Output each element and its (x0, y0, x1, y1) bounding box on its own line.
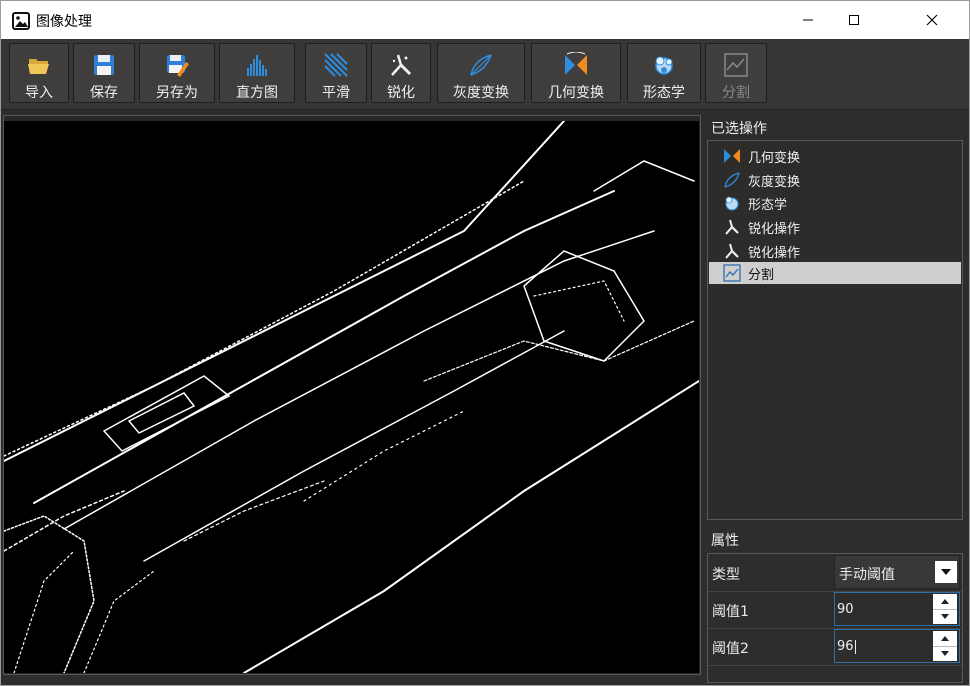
chevron-up-icon (941, 636, 949, 641)
close-icon (926, 14, 938, 26)
geometry-flip-icon (565, 52, 587, 75)
sharpen-wand-icon (391, 54, 412, 76)
toolbar: 导入 保存 另存为 直方图 平滑 锐化 灰度变换 几何变换 形态学 分割 (1, 39, 969, 110)
title-bar: 图像处理 (1, 1, 969, 39)
save-as-label: 另存为 (156, 85, 198, 101)
smooth-lines-icon (324, 53, 348, 77)
property-row-threshold1: 阈值1 90 (708, 591, 962, 629)
gray-transform-label: 灰度变换 (453, 85, 509, 101)
minimize-icon (803, 19, 813, 21)
sharpen-wand-icon (725, 243, 739, 259)
selected-operations-title: 已选操作 (711, 121, 767, 137)
maximize-icon (849, 15, 859, 25)
increment-button[interactable] (933, 594, 957, 610)
save-label: 保存 (90, 85, 118, 101)
image-canvas[interactable] (3, 120, 700, 674)
threshold2-value-wrap: 96 (837, 639, 856, 654)
operation-label: 锐化操作 (748, 245, 801, 261)
sharpen-label: 锐化 (387, 85, 415, 101)
list-item-selected[interactable]: 分割 (709, 262, 961, 284)
list-item[interactable]: 灰度变换 (709, 169, 961, 191)
selected-operations-list: 几何变换 灰度变换 形态学 锐化操作 锐化操作 分割 (707, 140, 963, 520)
threshold1-value[interactable]: 90 (837, 602, 854, 617)
operation-label: 分割 (748, 267, 775, 283)
sharpen-wand-icon (725, 219, 739, 235)
property-row-threshold2: 阈值2 96 (708, 628, 962, 666)
segment-icon (724, 53, 748, 77)
segment-button[interactable]: 分割 (705, 43, 767, 103)
gray-transform-button[interactable]: 灰度变换 (437, 43, 525, 103)
type-label: 类型 (712, 567, 740, 583)
import-button[interactable]: 导入 (9, 43, 69, 103)
floppy-disk-icon (94, 55, 114, 75)
dropdown-button[interactable] (935, 561, 957, 583)
close-button[interactable] (909, 1, 955, 39)
histogram-icon (247, 55, 267, 76)
gray-transform-icon (724, 172, 740, 188)
operation-label: 几何变换 (748, 150, 801, 166)
morphology-label: 形态学 (643, 85, 685, 101)
chevron-down-icon (941, 614, 949, 619)
increment-button[interactable] (933, 631, 957, 647)
threshold2-spinbox[interactable]: 96 (834, 629, 960, 663)
geometry-flip-icon (724, 149, 740, 163)
segment-icon (723, 264, 741, 282)
morphology-icon (655, 56, 673, 75)
window-title: 图像处理 (36, 14, 92, 30)
segment-label: 分割 (722, 85, 750, 101)
minimize-button[interactable] (785, 1, 831, 39)
smooth-button[interactable]: 平滑 (305, 43, 367, 103)
decrement-button[interactable] (933, 646, 957, 661)
chevron-down-icon (941, 569, 951, 575)
operation-label: 形态学 (748, 197, 788, 213)
floppy-pen-icon (167, 55, 189, 77)
threshold1-stepper (933, 594, 957, 624)
threshold1-spinbox[interactable]: 90 (834, 592, 960, 626)
properties-panel: 类型 手动阈值 阈值1 90 阈值2 96 (707, 553, 963, 683)
threshold-type-select[interactable]: 手动阈值 (834, 555, 960, 589)
decrement-button[interactable] (933, 609, 957, 624)
threshold-type-value: 手动阈值 (839, 567, 895, 583)
list-item[interactable]: 形态学 (709, 192, 961, 214)
geometry-transform-button[interactable]: 几何变换 (531, 43, 621, 103)
threshold1-label: 阈值1 (712, 604, 749, 620)
app-window: 图像处理 导入 保存 另存为 直方图 平滑 锐化 灰度变换 几何变换 形态学 分… (0, 0, 970, 686)
morphology-icon (725, 196, 739, 211)
operation-label: 灰度变换 (748, 174, 801, 190)
maximize-button[interactable] (831, 1, 877, 39)
text-caret (854, 639, 856, 654)
sharpen-button[interactable]: 锐化 (371, 43, 431, 103)
threshold2-value[interactable]: 96 (837, 639, 854, 654)
gray-transform-icon (470, 54, 492, 76)
property-row-type: 类型 手动阈值 (708, 554, 962, 592)
threshold2-label: 阈值2 (712, 641, 749, 657)
chevron-up-icon (941, 599, 949, 604)
save-button[interactable]: 保存 (73, 43, 135, 103)
edge-detection-image (3, 120, 700, 674)
smooth-label: 平滑 (322, 85, 350, 101)
import-label: 导入 (25, 85, 53, 101)
histogram-button[interactable]: 直方图 (219, 43, 295, 103)
folder-open-icon (28, 59, 49, 74)
list-item[interactable]: 锐化操作 (709, 216, 961, 238)
list-item[interactable]: 几何变换 (709, 145, 961, 167)
image-app-icon (12, 12, 30, 30)
save-as-button[interactable]: 另存为 (139, 43, 215, 103)
chevron-down-icon (941, 651, 949, 656)
morphology-button[interactable]: 形态学 (627, 43, 701, 103)
geometry-transform-label: 几何变换 (548, 85, 604, 101)
operation-label: 锐化操作 (748, 221, 801, 237)
properties-title: 属性 (711, 533, 739, 549)
histogram-label: 直方图 (236, 85, 278, 101)
threshold2-stepper (933, 631, 957, 661)
list-item[interactable]: 锐化操作 (709, 240, 961, 262)
